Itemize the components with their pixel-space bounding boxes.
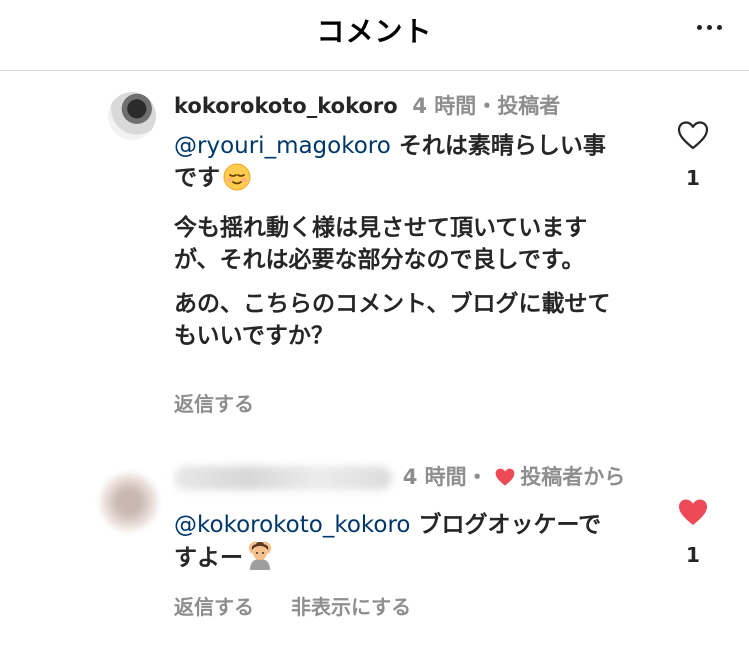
comment-actions: 返信する bbox=[174, 388, 284, 417]
more-horizontal-icon bbox=[696, 24, 702, 30]
person-gesturing-ok-icon bbox=[246, 541, 274, 580]
page-title: コメント bbox=[316, 15, 433, 48]
like-control: 1 bbox=[676, 497, 710, 567]
comment-paragraph: @kokorokoto_kokoro ブログオッケーですよー bbox=[174, 509, 624, 580]
header-bar: コメント bbox=[0, 0, 749, 71]
author-badge: 投稿者 bbox=[497, 94, 561, 118]
comment-actions: 返信する 非表示にする bbox=[174, 591, 441, 620]
author-badge: 投稿者から bbox=[520, 465, 626, 489]
more-dot bbox=[706, 24, 712, 30]
comment-time: 4 時間 bbox=[402, 465, 467, 489]
more-options-button[interactable] bbox=[691, 12, 727, 42]
comment-paragraph: @ryouri_magokoro それは素晴らしい事です bbox=[174, 130, 624, 200]
more-dot bbox=[716, 24, 722, 30]
hide-button[interactable]: 非表示にする bbox=[291, 595, 411, 619]
reply-button[interactable]: 返信する bbox=[174, 392, 254, 416]
avatar[interactable] bbox=[108, 92, 156, 140]
like-count: 1 bbox=[686, 543, 700, 567]
comment-paragraph: 今も揺れ動く様は見させて頂いていますが、それは必要な部分なので良しです。 bbox=[174, 215, 588, 273]
heart-outline-icon[interactable] bbox=[676, 120, 710, 154]
like-control: 1 bbox=[676, 120, 710, 190]
mention-link[interactable]: @ryouri_magokoro bbox=[174, 133, 391, 159]
username-redacted[interactable] bbox=[174, 466, 392, 490]
comment-time: 4 時間 bbox=[412, 94, 477, 118]
username[interactable]: kokorokoto_kokoro bbox=[174, 94, 398, 118]
reply-button[interactable]: 返信する bbox=[174, 595, 254, 619]
mention-link[interactable]: @kokorokoto_kokoro bbox=[174, 512, 411, 538]
comment-meta: 4 時間・ 投稿者から bbox=[174, 463, 625, 494]
avatar[interactable] bbox=[100, 473, 158, 531]
comment-paragraph: あの、こちらのコメント、ブログに載せてもいいですか？ bbox=[174, 291, 611, 349]
comment-body: @ryouri_magokoro それは素晴らしい事です 今も揺れ動く様は見させ… bbox=[174, 130, 624, 364]
author-liked-heart-icon bbox=[494, 466, 516, 494]
comment-meta: kokorokoto_kokoro 4 時間・投稿者 bbox=[174, 92, 560, 120]
relieved-face-icon bbox=[223, 163, 251, 200]
meta-separator: ・ bbox=[476, 94, 498, 118]
heart-filled-icon[interactable] bbox=[676, 497, 710, 531]
comment-body: @kokorokoto_kokoro ブログオッケーですよー bbox=[174, 509, 624, 592]
meta-separator: ・ bbox=[466, 465, 488, 489]
like-count: 1 bbox=[686, 166, 700, 190]
